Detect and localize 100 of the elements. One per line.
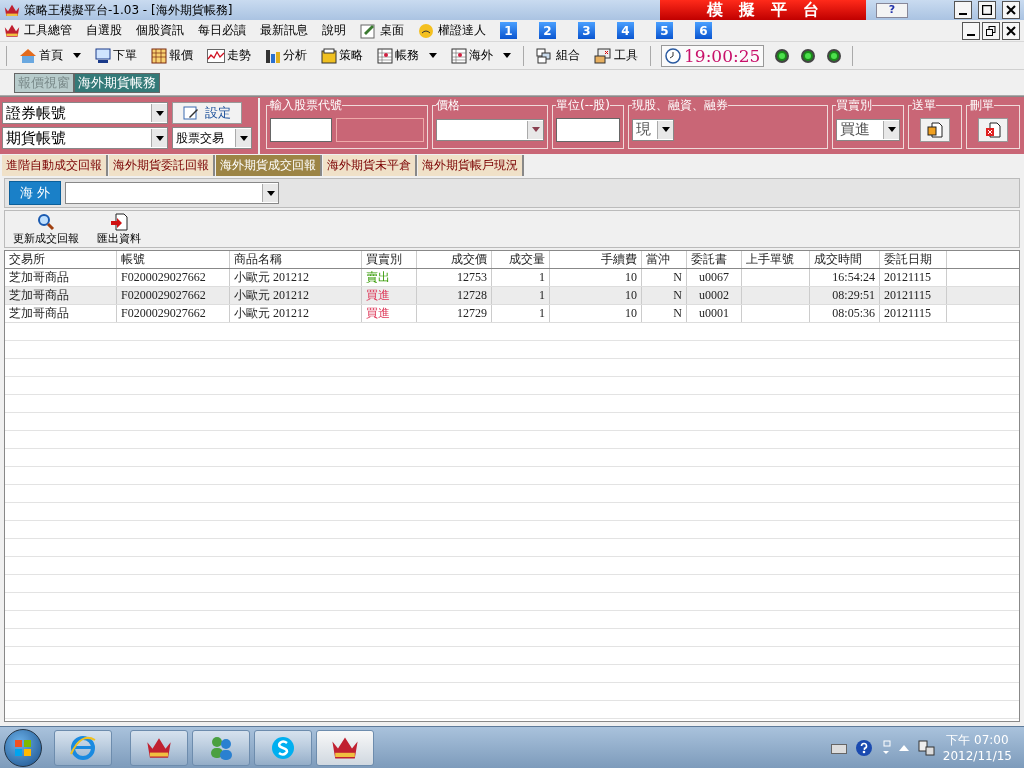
toolbar-button[interactable]: 報價	[149, 47, 195, 64]
column-header: 當沖	[642, 251, 687, 268]
market-dropdown[interactable]	[65, 182, 280, 204]
column-header: 成交量	[492, 251, 550, 268]
status-light-icon	[774, 47, 791, 64]
table-cell: 買進	[362, 305, 417, 322]
minimize-button[interactable]	[954, 1, 972, 19]
menu-item[interactable]: 個股資訊	[136, 22, 184, 39]
toolbar-button[interactable]: 下單	[93, 47, 139, 64]
column-header: 成交價	[417, 251, 492, 268]
up-arrow-icon	[898, 744, 909, 751]
menu-item[interactable]: 權證達人	[418, 22, 486, 39]
dropdown-caret[interactable]	[73, 53, 81, 58]
caret-icon	[887, 127, 896, 132]
taskbar-app[interactable]	[54, 729, 112, 766]
refresh-button[interactable]: 更新成交回報	[13, 212, 79, 246]
settings-button[interactable]: 設定	[172, 102, 242, 124]
caret-icon	[661, 127, 670, 132]
stock-code-field[interactable]	[270, 117, 332, 142]
toolbar-button[interactable]: 帳務	[375, 47, 439, 64]
taskbar-app[interactable]	[192, 729, 250, 766]
notepad-icon	[360, 22, 376, 39]
number-key[interactable]: 3	[578, 22, 595, 39]
taskbar-app[interactable]	[254, 729, 312, 766]
export-button[interactable]: 匯出資料	[97, 212, 141, 246]
report-tab[interactable]: 進階自動成交回報	[2, 155, 108, 176]
side-dropdown[interactable]: 買進	[836, 118, 900, 141]
account-dropdown[interactable]: 證券帳號	[2, 102, 168, 124]
number-key[interactable]: 5	[656, 22, 673, 39]
number-key[interactable]: 6	[695, 22, 712, 39]
close-button[interactable]	[1002, 1, 1020, 19]
caret-icon	[155, 135, 164, 141]
help-button[interactable]: ?	[876, 2, 908, 18]
windows-logo-icon	[14, 738, 32, 757]
toolbar-button[interactable]: 分析	[263, 47, 309, 64]
keyboard-icon	[830, 741, 847, 754]
toolbar-button[interactable]: 組合	[534, 47, 582, 64]
table-cell: 小歐元 201212	[230, 269, 362, 286]
start-button[interactable]	[4, 728, 42, 767]
group-label: 現股、融資、融券	[632, 96, 728, 114]
table-cell: 20121115	[880, 287, 947, 304]
minimize-button[interactable]	[962, 21, 980, 40]
delete-order-button[interactable]	[978, 117, 1008, 142]
caret-icon	[73, 53, 81, 58]
toolbar-button[interactable]: 策略	[319, 47, 365, 64]
toolbar-button[interactable]: 走勢	[205, 47, 253, 64]
send-order-button[interactable]	[920, 117, 950, 142]
table-cell: 10	[550, 287, 642, 304]
number-key[interactable]: 4	[617, 22, 634, 39]
toolbar-button[interactable]: 海外	[449, 47, 513, 64]
close-button[interactable]	[1002, 21, 1020, 40]
number-key[interactable]: 2	[539, 22, 556, 39]
taskbar-app[interactable]	[316, 729, 374, 766]
restore-button[interactable]	[982, 21, 1000, 40]
taskbar-app[interactable]	[130, 729, 188, 766]
close-icon	[1006, 25, 1016, 36]
table-cell: 芝加哥商品	[5, 305, 117, 322]
help-icon	[854, 738, 873, 757]
trade-type-dropdown[interactable]: 股票交易	[172, 127, 252, 149]
report-tab[interactable]: 海外期貨成交回報	[216, 155, 322, 176]
table-row[interactable]: 芝加哥商品 F0200029027662 小歐元 201212 買進 12728 1 10 N u0002 08:29:51 20121115	[5, 287, 1019, 305]
caret-icon	[266, 190, 275, 196]
menu-item[interactable]: 每日必讀	[198, 22, 246, 39]
report-tab[interactable]: 海外期貨委託回報	[109, 155, 215, 176]
report-tab[interactable]: 海外期貨帳戶現況	[418, 155, 524, 176]
crown-icon	[331, 736, 359, 759]
account-dropdown[interactable]: 期貨帳號	[2, 127, 168, 149]
browser-e-icon	[69, 733, 97, 762]
margin-type-dropdown[interactable]: 現	[632, 118, 674, 141]
grid-icon	[151, 47, 167, 64]
menu-item[interactable]: 說明	[322, 22, 346, 39]
status-light-icon	[800, 47, 817, 64]
column-header: 商品名稱	[230, 251, 362, 268]
column-header: 上手單號	[742, 251, 810, 268]
menu-item[interactable]: 自選股	[86, 22, 122, 39]
restore-icon	[986, 25, 996, 36]
unit-field[interactable]	[556, 117, 620, 142]
dropdown-caret[interactable]	[503, 53, 511, 58]
menu-item[interactable]: 最新訊息	[260, 22, 308, 39]
table-cell: 08:29:51	[810, 287, 880, 304]
price-dropdown[interactable]	[436, 118, 544, 141]
stock-name-field[interactable]	[336, 117, 424, 142]
table-cell: 買進	[362, 287, 417, 304]
window-tab[interactable]: 海外期貨帳務	[74, 73, 160, 93]
table-cell: 16:54:24	[810, 269, 880, 286]
menu-item[interactable]: 工具總管	[4, 22, 72, 39]
maximize-button[interactable]	[978, 1, 996, 19]
number-key[interactable]: 1	[500, 22, 517, 39]
maximize-icon	[982, 5, 992, 15]
toolbar-button[interactable]: 首頁	[17, 47, 83, 64]
column-header: 手續費	[550, 251, 642, 268]
toolbar-button[interactable]: 工具	[592, 47, 640, 64]
table-cell: 1	[492, 305, 550, 322]
dropdown-caret[interactable]	[429, 53, 437, 58]
report-tab[interactable]: 海外期貨未平倉	[323, 155, 417, 176]
menu-item[interactable]: 桌面	[360, 22, 404, 39]
table-cell: 1	[492, 287, 550, 304]
status-light-icon	[826, 47, 843, 64]
caret-icon	[155, 110, 164, 116]
table-cell: 12728	[417, 287, 492, 304]
